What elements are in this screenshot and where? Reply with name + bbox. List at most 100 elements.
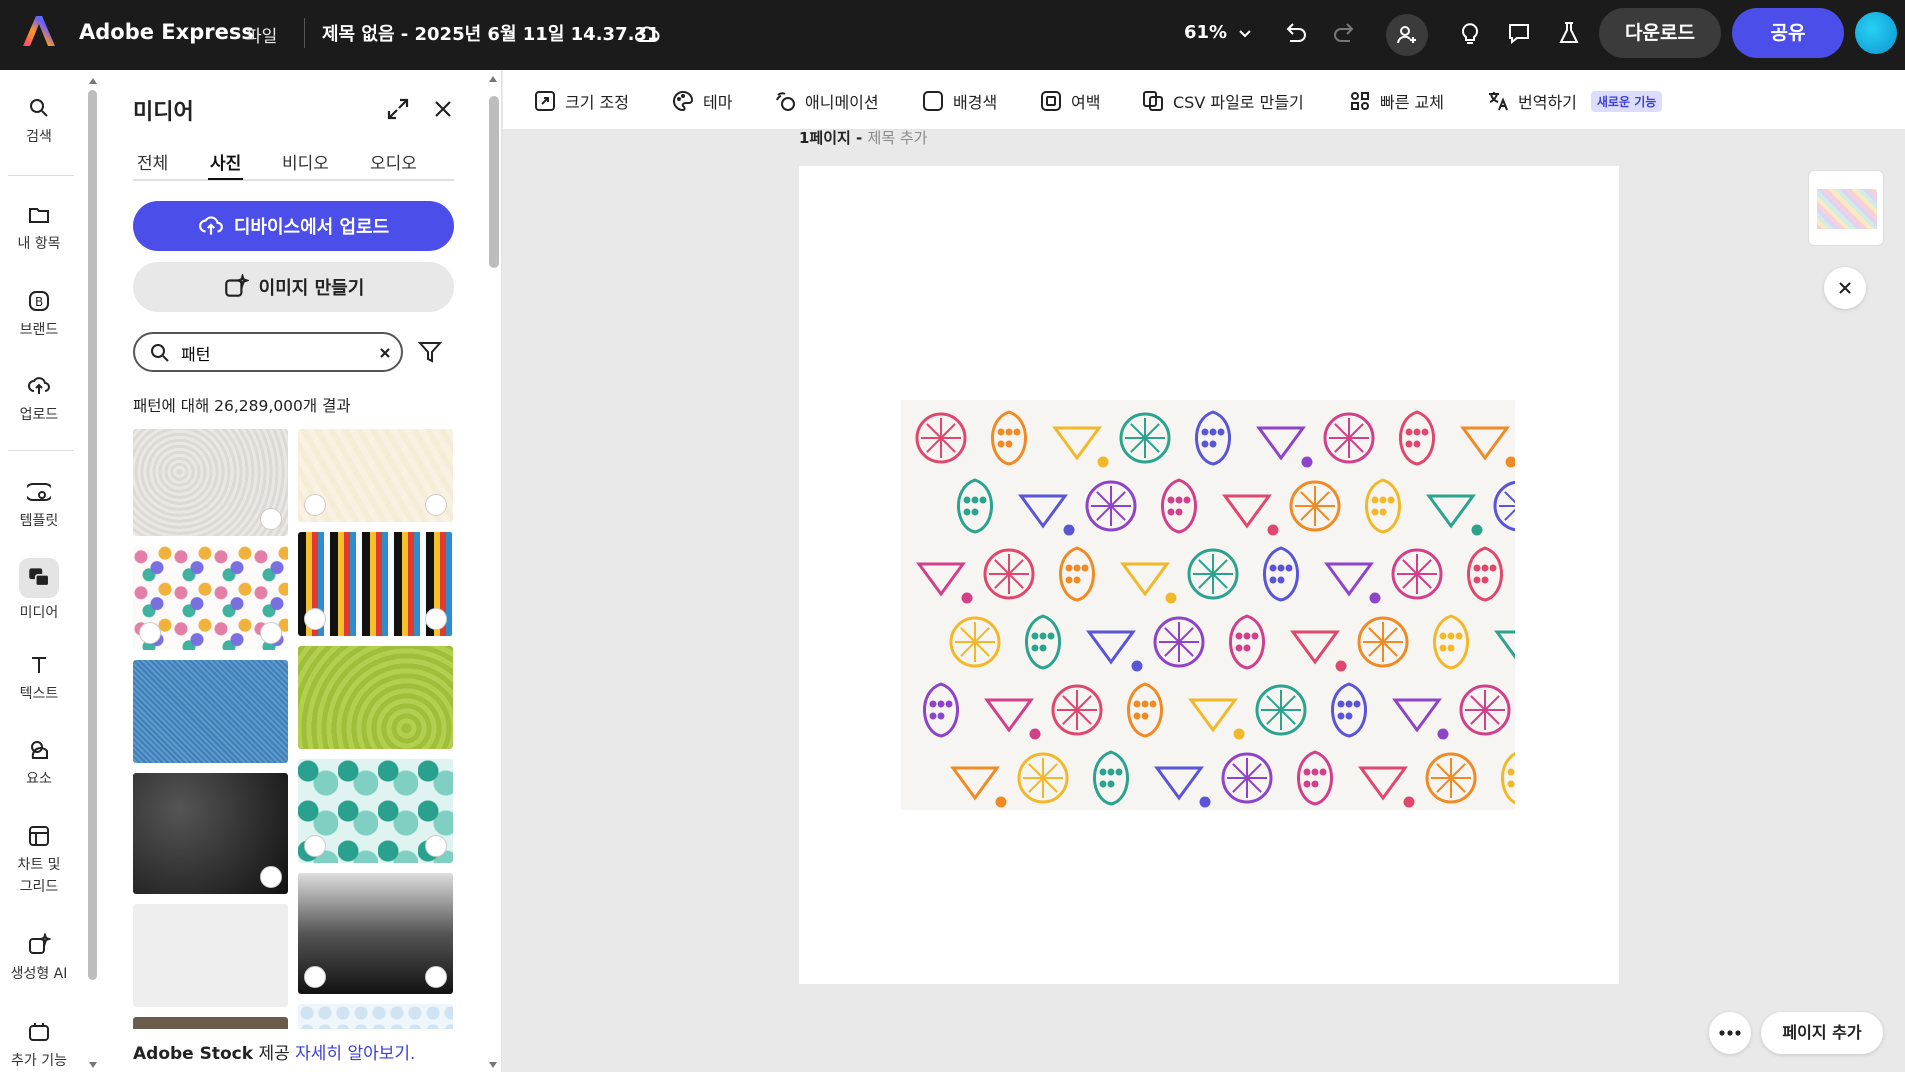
resize-button[interactable]: 크기 조정: [533, 88, 629, 114]
top-bar: Adobe Express 파일 제목 없음 - 2025년 6월 11일 14…: [0, 0, 1905, 70]
tab-all[interactable]: 전체: [137, 149, 168, 174]
scroll-up-arrow[interactable]: [489, 76, 497, 82]
media-thumbnail[interactable]: [133, 773, 288, 894]
close-icon: [1839, 282, 1851, 294]
close-pages-button[interactable]: [1824, 267, 1866, 309]
rail-item-label: 브랜드: [19, 322, 59, 338]
padding-button[interactable]: 여백: [1039, 88, 1100, 114]
media-thumbnail[interactable]: [133, 1017, 288, 1029]
redo-icon[interactable]: [1330, 18, 1360, 48]
document-title[interactable]: 제목 없음 - 2025년 6월 11일 14.37.31: [322, 20, 659, 46]
media-thumbnail[interactable]: [298, 646, 453, 749]
pattern-motif: [1222, 494, 1279, 536]
media-thumbnail[interactable]: [298, 873, 453, 994]
pattern-motif: [1501, 752, 1515, 805]
filter-icon[interactable]: [417, 339, 443, 365]
learn-more-link[interactable]: 자세히 알아보기.: [295, 1044, 415, 1064]
expand-icon: [304, 494, 326, 516]
scrollbar-thumb[interactable]: [88, 90, 97, 980]
background-color-button[interactable]: 배경색: [921, 88, 997, 114]
animation-button[interactable]: 애니메이션: [773, 88, 879, 114]
cloud-icon[interactable]: [632, 19, 662, 49]
stock-credit: Adobe Stock 제공 자세히 알아보기.: [133, 1039, 415, 1064]
pattern-motif: [1323, 412, 1375, 464]
scroll-up-arrow[interactable]: [89, 78, 97, 84]
generate-image-button[interactable]: 이미지 만들기: [133, 262, 454, 312]
avatar[interactable]: [1855, 12, 1897, 54]
scroll-down-arrow[interactable]: [89, 1062, 97, 1068]
theme-button[interactable]: 테마: [671, 88, 732, 114]
more-options-button[interactable]: [1709, 1012, 1751, 1054]
media-thumbnail[interactable]: [298, 1004, 453, 1029]
media-search-box: [133, 332, 403, 372]
media-thumbnail[interactable]: [298, 532, 453, 636]
media-panel: 미디어 전체 사진 비디오 오디오 디바이스에서 업로드 이미지 만들기 패턴에…: [100, 70, 502, 1072]
rail-item-my-stuff[interactable]: 내 항목: [0, 203, 78, 255]
media-thumbnail[interactable]: [133, 429, 288, 536]
translate-icon: [1489, 92, 1508, 111]
file-menu[interactable]: 파일: [246, 22, 277, 47]
pattern-motif: [1052, 426, 1109, 468]
close-icon[interactable]: [430, 96, 456, 122]
expand-icon[interactable]: [385, 96, 411, 122]
pattern-motif: [1086, 630, 1143, 672]
rail-item-media[interactable]: 미디어: [0, 558, 78, 624]
rail-item-charts-grids[interactable]: 차트 및 그리드: [0, 824, 78, 898]
panel-title: 미디어: [133, 100, 194, 125]
credit-suffix: 제공: [253, 1044, 296, 1064]
share-button[interactable]: 공유: [1732, 8, 1844, 58]
media-thumbnail[interactable]: [133, 546, 288, 650]
rail-item-addons[interactable]: 추가 기능: [0, 1020, 78, 1072]
page-thumbnail[interactable]: [1808, 170, 1884, 246]
scrollbar-thumb[interactable]: [489, 96, 499, 268]
zoom-level[interactable]: 61%: [1184, 22, 1227, 43]
quick-swap-icon: [1351, 92, 1369, 110]
pattern-motif: [1358, 766, 1415, 808]
media-thumbnail[interactable]: [133, 660, 288, 763]
tab-photos[interactable]: 사진: [207, 149, 244, 180]
rail-item-templates[interactable]: 템플릿: [0, 480, 78, 532]
clear-icon[interactable]: [375, 343, 395, 363]
comment-icon[interactable]: [1504, 18, 1534, 48]
premium-crown-icon: [260, 508, 282, 530]
rail-item-elements[interactable]: 요소: [0, 738, 78, 790]
adobe-express-logo[interactable]: [22, 14, 56, 48]
media-thumbnail[interactable]: [298, 759, 453, 863]
app-name[interactable]: Adobe Express: [79, 20, 254, 44]
left-rail: 검색 내 항목 B 브랜드 업로드 템플릿 미디어 텍스트 요소 차트 및 그리…: [0, 70, 100, 1072]
media-thumbnail[interactable]: [298, 429, 453, 522]
pattern-motif: [1187, 548, 1239, 600]
download-button[interactable]: 다운로드: [1599, 8, 1721, 58]
invite-button[interactable]: [1386, 14, 1428, 56]
fruit-pattern-image[interactable]: [901, 400, 1515, 810]
rail-item-text[interactable]: 텍스트: [0, 653, 78, 705]
rail-item-upload[interactable]: 업로드: [0, 374, 78, 426]
design-page[interactable]: [799, 166, 1619, 984]
tab-videos[interactable]: 비디오: [282, 149, 329, 174]
generative-ai-icon: [29, 933, 51, 954]
scroll-down-arrow[interactable]: [489, 1062, 497, 1068]
tab-audio[interactable]: 오디오: [370, 149, 417, 174]
search-input[interactable]: [181, 341, 361, 365]
new-feature-badge: 새로운 기능: [1590, 90, 1663, 112]
add-page-button[interactable]: 페이지 추가: [1761, 1012, 1883, 1054]
quick-swap-button[interactable]: 빠른 교체: [1348, 88, 1444, 114]
translate-button[interactable]: 번역하기 새로운 기능: [1486, 88, 1663, 114]
panel-scrollbar[interactable]: [488, 76, 500, 1068]
rail-item-brand[interactable]: B 브랜드: [0, 289, 78, 341]
csv-button[interactable]: CSV 파일로 만들기: [1141, 88, 1304, 114]
tool-label: 여백: [1071, 93, 1101, 112]
upload-from-device-button[interactable]: 디바이스에서 업로드: [133, 201, 454, 251]
media-thumbnail[interactable]: [133, 904, 288, 1007]
chevron-down-icon[interactable]: [1234, 22, 1256, 44]
tool-label: 배경색: [953, 93, 998, 112]
rail-scrollbar[interactable]: [88, 78, 98, 1068]
rail-item-search[interactable]: 검색: [0, 96, 78, 148]
beaker-icon[interactable]: [1554, 18, 1584, 48]
undo-icon[interactable]: [1280, 18, 1310, 48]
tool-label: 테마: [703, 93, 733, 112]
lightbulb-icon[interactable]: [1455, 18, 1485, 48]
page-title-placeholder[interactable]: 제목 추가: [868, 129, 928, 147]
rail-item-generative-ai[interactable]: 생성형 AI: [0, 933, 78, 985]
divider: [8, 175, 74, 176]
